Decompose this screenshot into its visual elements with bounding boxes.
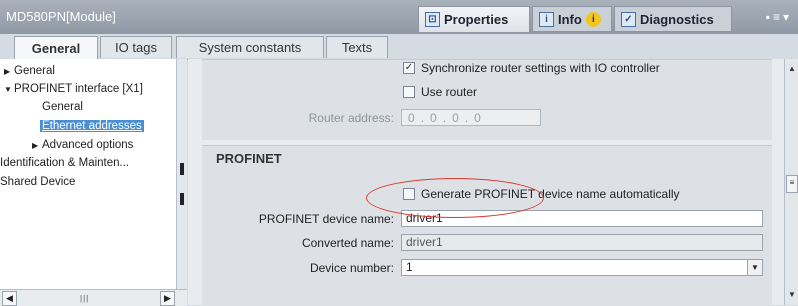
router-octet: 0 bbox=[474, 110, 481, 125]
chevron-down-icon[interactable]: ▼ bbox=[747, 260, 762, 275]
window-title: MD580PN[Module] bbox=[6, 9, 116, 24]
router-address-field: 0 . 0 . 0 . 0 bbox=[401, 109, 541, 126]
tree-item-advanced-options[interactable]: ▶ Advanced options bbox=[32, 139, 133, 151]
router-octet: 0 bbox=[430, 110, 437, 125]
window-controls-icon[interactable]: ▪≡▾ bbox=[766, 10, 792, 24]
converted-name-field: driver1 bbox=[401, 234, 763, 251]
device-name-label: PROFINET device name: bbox=[258, 212, 394, 226]
expand-icon[interactable]: ▶ bbox=[32, 141, 42, 150]
tree-item-label: PROFINET interface [X1] bbox=[14, 83, 143, 95]
tree-item-profinet-interface[interactable]: ▼ PROFINET interface [X1] bbox=[4, 83, 143, 95]
router-octet: 0 bbox=[452, 110, 459, 125]
tree-item-general[interactable]: ▶ General bbox=[4, 65, 55, 77]
collapse-icon[interactable]: ▼ bbox=[4, 85, 14, 94]
profinet-heading: PROFINET bbox=[216, 151, 282, 166]
sync-router-checkbox[interactable]: ✓ bbox=[403, 62, 415, 74]
warning-icon: i bbox=[585, 11, 601, 27]
tree-item-identification[interactable]: Identification & Mainten... bbox=[0, 157, 129, 169]
splitter-handle-icon[interactable] bbox=[180, 163, 184, 175]
router-octet: 0 bbox=[408, 110, 415, 125]
highlight-annotation bbox=[366, 178, 544, 218]
properties-icon: ⊡ bbox=[425, 12, 440, 27]
info-icon: i bbox=[539, 11, 554, 27]
navigation-tree: ▶ General ▼ PROFINET interface [X1] Genera… bbox=[0, 59, 177, 289]
tree-item-label: Advanced options bbox=[42, 139, 134, 151]
tab-io-tags[interactable]: IO tags bbox=[100, 36, 172, 58]
tab-properties[interactable]: ⊡ Properties bbox=[418, 6, 530, 32]
tab-info-label: Info bbox=[558, 11, 582, 27]
scroll-down-icon[interactable]: ▼ bbox=[786, 289, 798, 301]
tree-item-ethernet-addresses[interactable]: Ethernet addresses bbox=[40, 120, 144, 132]
tree-item-label: General bbox=[14, 65, 55, 77]
sub-tab-bar: General IO tags System constants Texts bbox=[0, 34, 798, 60]
tab-diagnostics-label: Diagnostics bbox=[640, 11, 714, 27]
properties-window: MD580PN[Module] ⊡ Properties i Info i ✓ … bbox=[0, 0, 798, 306]
tab-diagnostics[interactable]: ✓ Diagnostics bbox=[614, 6, 732, 32]
tab-info[interactable]: i Info i bbox=[532, 6, 612, 32]
scroll-up-icon[interactable]: ▲ bbox=[786, 63, 798, 75]
scroll-left-icon[interactable]: ◀ bbox=[2, 291, 17, 306]
device-number-value: 1 bbox=[406, 260, 413, 274]
tree-item-shared-device[interactable]: Shared Device bbox=[0, 176, 75, 188]
scroll-thumb-icon[interactable]: ≡ bbox=[786, 175, 798, 193]
splitter-handle-icon[interactable] bbox=[180, 193, 184, 205]
scroll-thumb-grip-icon[interactable]: ||| bbox=[80, 294, 89, 303]
expand-icon[interactable]: ▶ bbox=[4, 67, 14, 76]
tab-texts[interactable]: Texts bbox=[326, 36, 388, 58]
tab-properties-label: Properties bbox=[444, 12, 509, 27]
use-router-label: Use router bbox=[421, 85, 478, 99]
use-router-checkbox[interactable] bbox=[403, 86, 415, 98]
tree-item-interface-general[interactable]: General bbox=[42, 101, 83, 113]
sync-router-label: Synchronize router settings with IO cont… bbox=[421, 61, 660, 75]
device-number-select[interactable]: 1 ▼ bbox=[401, 259, 763, 276]
content-vertical-scrollbar[interactable]: ▲ ≡ ▼ bbox=[784, 59, 798, 305]
device-number-label: Device number: bbox=[309, 261, 394, 275]
tree-horizontal-scrollbar[interactable]: ◀ ||| ▶ bbox=[0, 289, 187, 306]
converted-name-label: Converted name: bbox=[301, 236, 394, 250]
diagnostics-icon: ✓ bbox=[621, 11, 636, 27]
scroll-right-icon[interactable]: ▶ bbox=[160, 291, 175, 306]
title-bar: MD580PN[Module] ⊡ Properties i Info i ✓ … bbox=[0, 0, 798, 34]
router-address-label: Router address: bbox=[308, 111, 394, 125]
tab-system-constants[interactable]: System constants bbox=[176, 36, 324, 58]
tab-general[interactable]: General bbox=[14, 36, 98, 60]
